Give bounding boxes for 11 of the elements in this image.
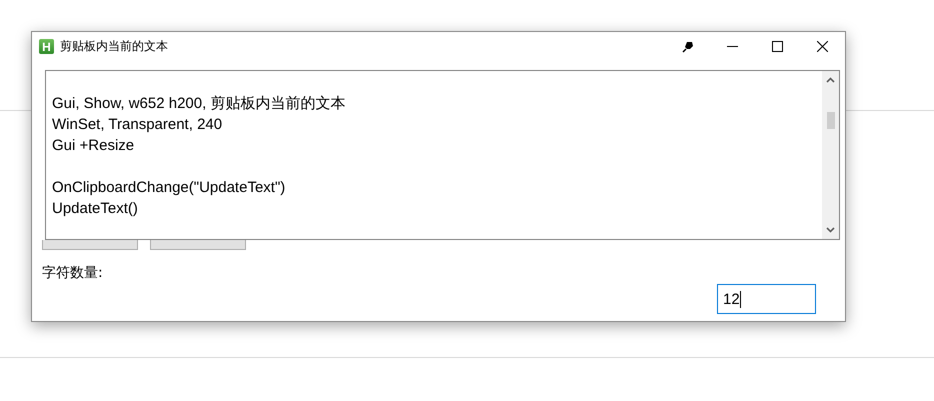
code-text: Gui, Show, w652 h200, 剪贴板内当前的文本 WinSet, Transparent, 240 Gui +Resize OnClipboardChange("UpdateText") UpdateText() [51, 94, 346, 219]
character-count-label: 字符数量: [42, 264, 103, 282]
text-area[interactable]: Gui, Show, w652 h200, 剪贴板内当前的文本 WinSet, Transparent, 240 Gui +Resize OnClipboardChange("UpdateText") UpdateText() [45, 70, 840, 240]
count-field[interactable]: 12 [717, 284, 816, 314]
divider-line [0, 110, 31, 111]
scroll-up-icon[interactable] [826, 77, 835, 83]
app-icon: H [39, 39, 54, 54]
scroll-thumb[interactable] [826, 112, 834, 129]
window-title: 剪贴板内当前的文本 [60, 38, 168, 55]
scroll-down-icon[interactable] [826, 227, 835, 233]
scrollbar[interactable] [822, 71, 839, 239]
